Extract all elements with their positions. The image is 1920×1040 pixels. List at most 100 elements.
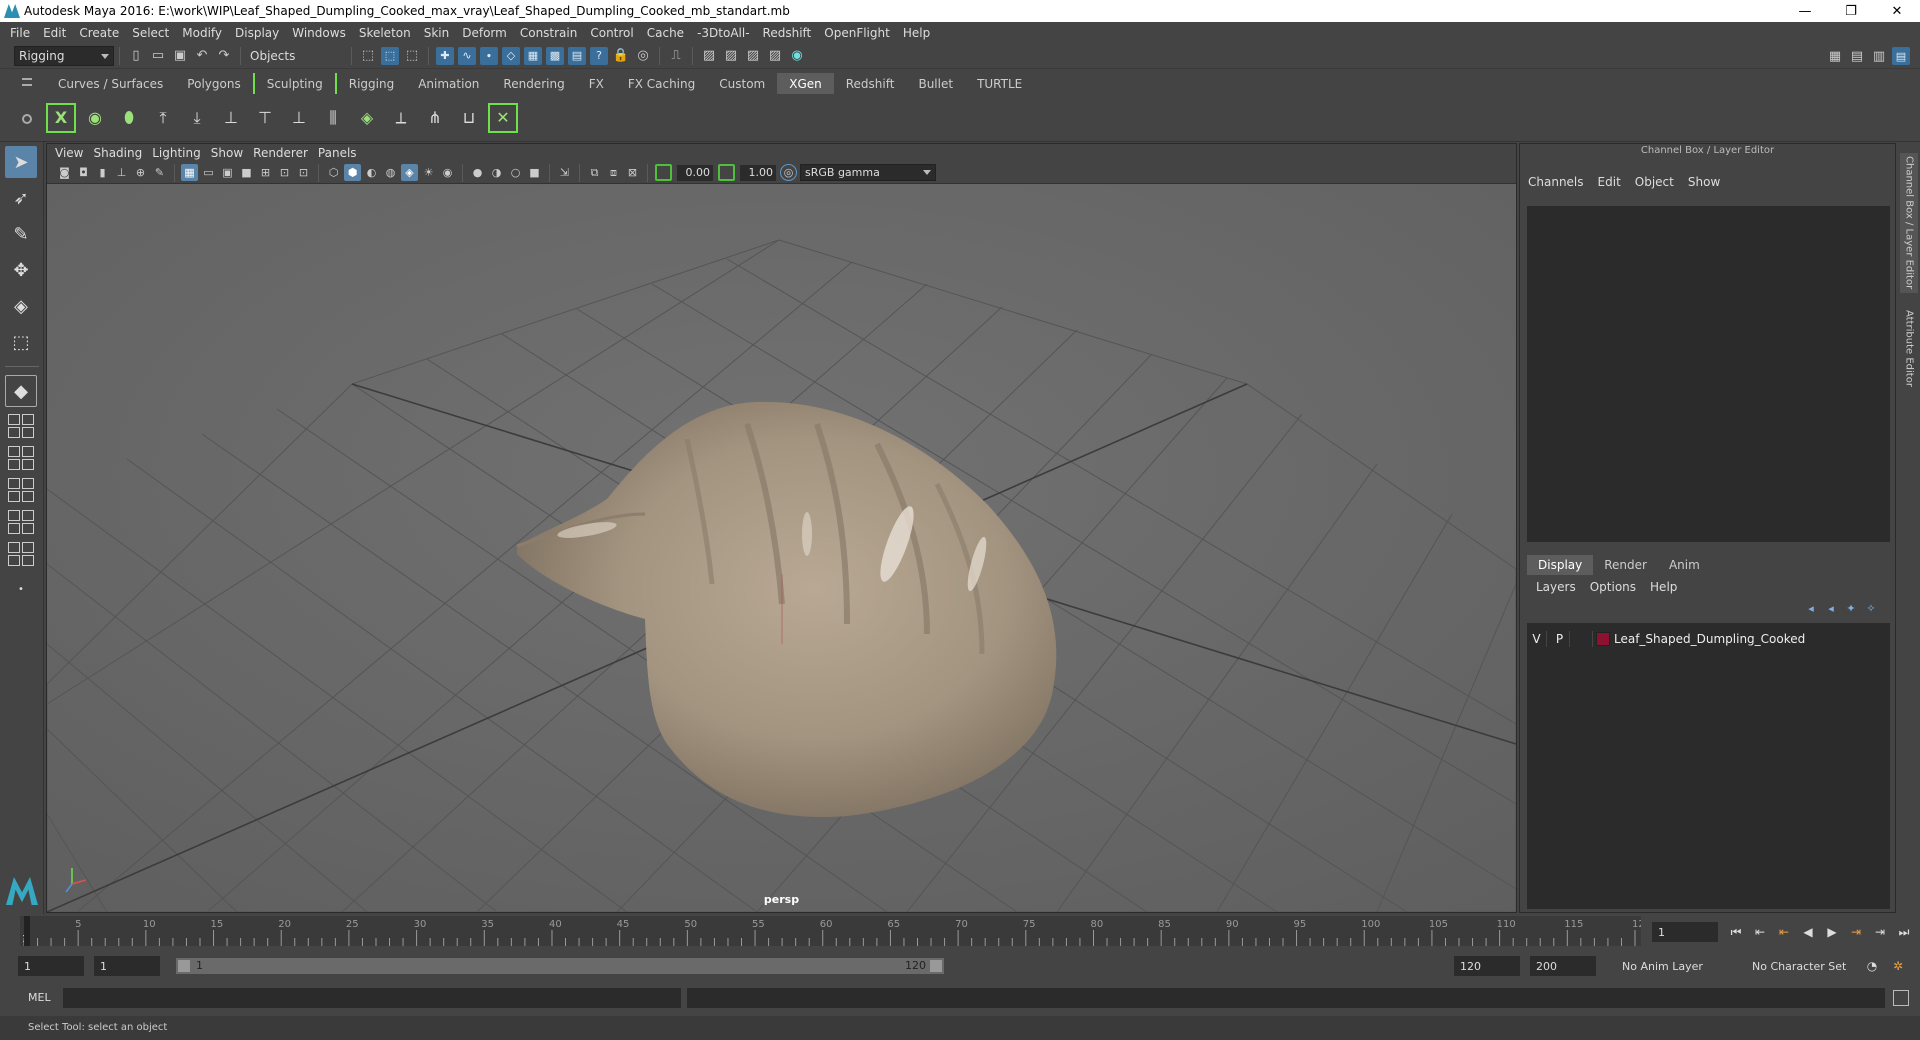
layer-display-type[interactable] bbox=[1573, 631, 1593, 647]
layer-tab-display[interactable]: Display bbox=[1527, 555, 1594, 575]
xgen-preview-icon[interactable]: ◉ bbox=[80, 103, 110, 133]
render-view-icon[interactable]: ◉ bbox=[788, 47, 806, 65]
viewport-menu-renderer[interactable]: Renderer bbox=[253, 146, 318, 160]
lasso-tool-icon[interactable]: ➶ bbox=[5, 182, 37, 214]
script-editor-icon[interactable] bbox=[1893, 990, 1909, 1006]
lock-guides-icon[interactable]: ⊥ bbox=[284, 103, 314, 133]
menu-windows[interactable]: Windows bbox=[288, 26, 355, 40]
hypershade-icon[interactable]: ▨ bbox=[766, 47, 784, 65]
xgen-layers-icon[interactable]: ◈ bbox=[352, 103, 382, 133]
menuset-dropdown[interactable]: Rigging bbox=[14, 45, 114, 66]
shelf-tab-turtle[interactable]: TURTLE bbox=[965, 73, 1035, 94]
range-bar[interactable]: 1 120 bbox=[176, 958, 944, 974]
guide-length-icon[interactable]: ⫼ bbox=[318, 103, 348, 133]
shelf-tab-xgen[interactable]: XGen bbox=[777, 73, 834, 94]
xray-joints-icon[interactable]: ⧉ bbox=[586, 164, 603, 181]
wireframe-on-shaded-icon[interactable]: ◐ bbox=[363, 164, 380, 181]
shelf-tab-bullet[interactable]: Bullet bbox=[906, 73, 966, 94]
tool-settings-toggle-icon[interactable]: ▥ bbox=[1870, 47, 1888, 65]
restore-button[interactable]: ❐ bbox=[1828, 0, 1874, 22]
minimize-button[interactable]: — bbox=[1782, 0, 1828, 22]
channel-menu-channels[interactable]: Channels bbox=[1528, 175, 1598, 189]
backface-culling-icon[interactable]: ⊠ bbox=[624, 164, 641, 181]
go-to-end-icon[interactable]: ⏭ bbox=[1894, 922, 1914, 942]
menu-display[interactable]: Display bbox=[231, 26, 288, 40]
xgen-editor-icon[interactable]: X bbox=[46, 102, 76, 133]
color-management-icon[interactable]: ◎ bbox=[780, 164, 797, 181]
use-all-lights-icon[interactable]: ◈ bbox=[401, 164, 418, 181]
character-set-dropdown[interactable]: No Character Set bbox=[1746, 956, 1864, 976]
menu-deform[interactable]: Deform bbox=[458, 26, 516, 40]
viewport-menu-show[interactable]: Show bbox=[211, 146, 253, 160]
range-end-handle[interactable] bbox=[930, 960, 942, 972]
menu-file[interactable]: File bbox=[6, 26, 39, 40]
playback-end-field[interactable]: 120 bbox=[1454, 956, 1520, 976]
grid-toggle-icon[interactable]: ▦ bbox=[181, 164, 198, 181]
shelf-menu-icon[interactable] bbox=[22, 78, 32, 86]
isolate-select-icon[interactable]: ■ bbox=[526, 164, 543, 181]
snap-projected-icon[interactable]: ▤ bbox=[568, 46, 586, 65]
make-live-icon[interactable]: ◎ bbox=[634, 47, 652, 65]
more-layouts-icon[interactable]: • bbox=[5, 573, 37, 605]
channel-menu-edit[interactable]: Edit bbox=[1598, 175, 1635, 189]
step-back-frame-icon[interactable]: ⇤ bbox=[1774, 922, 1794, 942]
auto-key-icon[interactable]: ◔ bbox=[1862, 956, 1882, 976]
film-gate-icon[interactable]: ▭ bbox=[200, 164, 217, 181]
menu-redshift[interactable]: Redshift bbox=[759, 26, 821, 40]
viewport-menu-panels[interactable]: Panels bbox=[318, 146, 367, 160]
playhead[interactable] bbox=[24, 916, 30, 946]
save-scene-icon[interactable]: ▣ bbox=[171, 47, 189, 65]
viewport-menu-lighting[interactable]: Lighting bbox=[152, 146, 211, 160]
shadows-icon[interactable]: ☀ bbox=[420, 164, 437, 181]
menu-select[interactable]: Select bbox=[128, 26, 178, 40]
gamma-icon[interactable] bbox=[718, 164, 735, 181]
menu-control[interactable]: Control bbox=[586, 26, 642, 40]
menu-3dtoall[interactable]: -3DtoAll- bbox=[693, 26, 758, 40]
textured-icon[interactable]: ◍ bbox=[382, 164, 399, 181]
add-guides-icon[interactable]: ⤒ bbox=[148, 103, 178, 133]
time-slider-track[interactable]: 5 10 15 20 25 30 35 40 45 50 55 60 65 70 75 80 85 90 95 100… bbox=[20, 916, 1651, 946]
snap-point-icon[interactable]: ∙ bbox=[480, 46, 498, 65]
viewport-menu-shading[interactable]: Shading bbox=[93, 146, 152, 160]
xgen-leaf-icon[interactable]: ⬮ bbox=[114, 103, 144, 133]
construction-history-icon[interactable]: ⎍ bbox=[667, 47, 685, 65]
persp-outliner-layout-icon[interactable] bbox=[5, 443, 37, 473]
safe-title-icon[interactable]: ⊡ bbox=[295, 164, 312, 181]
comb-guides-icon[interactable]: ⋔ bbox=[420, 103, 450, 133]
current-frame-field[interactable]: 1 bbox=[1652, 922, 1718, 942]
shelf-tab-curves-surfaces[interactable]: Curves / Surfaces bbox=[46, 73, 176, 94]
custom-layout-icon[interactable] bbox=[5, 539, 37, 569]
layer-color-swatch[interactable] bbox=[1596, 632, 1610, 646]
playback-start-field[interactable]: 1 bbox=[94, 956, 160, 976]
gate-mask-icon[interactable]: ■ bbox=[238, 164, 255, 181]
field-chart-icon[interactable]: ⊞ bbox=[257, 164, 274, 181]
four-view-layout-icon[interactable] bbox=[5, 411, 37, 441]
step-back-key-icon[interactable]: ⇤ bbox=[1750, 922, 1770, 942]
select-tool-icon[interactable]: ➤ bbox=[5, 146, 37, 178]
channels-list[interactable] bbox=[1527, 206, 1890, 542]
scale-tool-icon[interactable]: ⬚ bbox=[5, 326, 37, 358]
gamma-field[interactable]: 1.00 bbox=[740, 164, 776, 181]
attribute-editor-toggle-icon[interactable]: ▤ bbox=[1848, 47, 1866, 65]
menu-skeleton[interactable]: Skeleton bbox=[355, 26, 420, 40]
viewport-menu-view[interactable]: View bbox=[55, 146, 93, 160]
step-forward-frame-icon[interactable]: ⇥ bbox=[1846, 922, 1866, 942]
range-start-handle[interactable] bbox=[178, 960, 190, 972]
shelf-tab-redshift[interactable]: Redshift bbox=[833, 73, 907, 94]
menu-help[interactable]: Help bbox=[899, 26, 939, 40]
selection-mode-dropdown[interactable]: Objects bbox=[246, 45, 346, 66]
snap-grid-icon[interactable]: ✚ bbox=[436, 46, 454, 65]
menu-constrain[interactable]: Constrain bbox=[516, 26, 587, 40]
layer-row[interactable]: V P Leaf_Shaped_Dumpling_Cooked bbox=[1527, 629, 1890, 649]
snap-view-plane-icon[interactable]: ◇ bbox=[502, 46, 520, 65]
menu-cache[interactable]: Cache bbox=[643, 26, 693, 40]
channel-menu-object[interactable]: Object bbox=[1635, 175, 1688, 189]
viewport-3d[interactable]: persp bbox=[47, 184, 1516, 912]
image-plane-icon[interactable]: ⊥ bbox=[113, 164, 130, 181]
exposure-icon[interactable] bbox=[655, 164, 672, 181]
redo-icon[interactable]: ↷ bbox=[215, 47, 233, 65]
layer-menu-layers[interactable]: Layers bbox=[1536, 580, 1590, 594]
single-perspective-view-icon[interactable]: ◆ bbox=[5, 375, 37, 407]
undo-icon[interactable]: ↶ bbox=[193, 47, 211, 65]
persp-graph-layout-icon[interactable] bbox=[5, 475, 37, 505]
